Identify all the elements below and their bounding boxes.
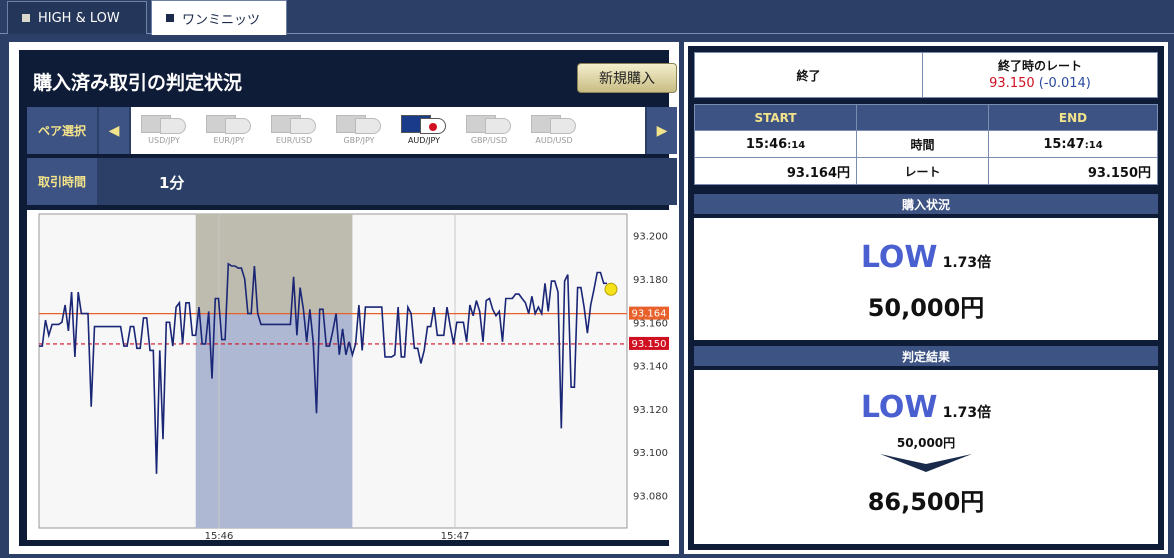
start-header: START bbox=[694, 104, 857, 131]
end-rate-tag-label: 93.150 bbox=[632, 339, 667, 350]
y-tick-label: 93.180 bbox=[633, 275, 668, 286]
rate-row-label: レート bbox=[856, 157, 989, 185]
y-tick-label: 93.080 bbox=[633, 492, 668, 503]
x-tick-label: 15:46 bbox=[205, 531, 234, 540]
square-bullet-icon bbox=[22, 14, 30, 22]
tab-label: ワンミニッツ bbox=[182, 12, 261, 28]
time-row-label: 時間 bbox=[856, 130, 989, 158]
trade-time-value: 1分 bbox=[159, 174, 185, 192]
purchase-status-box: LOW 1.73倍 50,000円 bbox=[694, 218, 1158, 340]
right-panel: 終了 終了時のレート 93.150 (-0.014) START END 15:… bbox=[684, 42, 1168, 554]
result-panel: 終了 終了時のレート 93.150 (-0.014) START END 15:… bbox=[688, 46, 1164, 550]
result-multiplier: 1.73倍 bbox=[942, 405, 992, 421]
tab-label: HIGH & LOW bbox=[38, 10, 120, 26]
purchase-multiplier: 1.73倍 bbox=[942, 255, 992, 271]
trade-time-row: 取引時間 1分 bbox=[27, 158, 677, 205]
down-chevron-icon bbox=[880, 454, 972, 472]
result-header: 判定結果 bbox=[694, 346, 1158, 366]
result-box: LOW 1.73倍 50,000円 86,500円 bbox=[694, 370, 1158, 544]
rate-chart: 93.200 93.180 93.160 93.140 93.120 93.100 93.0… bbox=[27, 210, 677, 542]
y-tick-label: 93.160 bbox=[633, 318, 668, 329]
pair-usd-jpy[interactable]: USD/JPY bbox=[135, 112, 193, 150]
pair-select-row: ペア選択 ◀ USD/JPY EUR/JPY EUR/USD GBP/JPY A… bbox=[27, 107, 677, 154]
y-tick-label: 93.200 bbox=[633, 232, 668, 243]
pair-label: EUR/USD bbox=[275, 136, 313, 145]
pair-eur-jpy[interactable]: EUR/JPY bbox=[200, 112, 258, 150]
page-title: 購入済み取引の判定状況 bbox=[33, 72, 243, 94]
pair-list: USD/JPY EUR/JPY EUR/USD GBP/JPY AUD/JPY bbox=[131, 107, 645, 154]
result-stake: 50,000円 bbox=[896, 436, 956, 450]
purchase-direction: LOW bbox=[860, 240, 938, 275]
rate-chart-svg: 93.200 93.180 93.160 93.140 93.120 93.100 93.0… bbox=[38, 213, 669, 542]
x-tick-label: 15:47 bbox=[441, 531, 470, 540]
entry-rate-tag-label: 93.164 bbox=[632, 309, 667, 320]
status-label: 終了 bbox=[694, 52, 923, 98]
status-table: 終了 終了時のレート 93.150 (-0.014) bbox=[694, 52, 1158, 98]
start-rate: 93.164円 bbox=[694, 157, 857, 185]
result-direction: LOW bbox=[860, 390, 938, 425]
pair-aud-jpy[interactable]: AUD/JPY bbox=[395, 112, 453, 150]
trade-time-label: 取引時間 bbox=[27, 158, 97, 205]
tab-one-minute[interactable]: ワンミニッツ bbox=[151, 0, 287, 35]
start-seconds: :14 bbox=[787, 139, 806, 151]
tab-bar: HIGH & LOW ワンミニッツ bbox=[0, 0, 1174, 35]
pair-aud-usd[interactable]: AUD/USD bbox=[525, 112, 583, 150]
y-tick-label: 93.140 bbox=[633, 362, 668, 373]
pair-label: AUD/USD bbox=[535, 136, 573, 145]
end-header: END bbox=[988, 104, 1158, 131]
square-bullet-icon bbox=[166, 14, 174, 22]
end-rate-label: 終了時のレート bbox=[997, 59, 1082, 73]
rate-diff-value: (-0.014) bbox=[1038, 76, 1091, 91]
pair-label: AUD/JPY bbox=[407, 136, 441, 145]
next-pair-arrow-icon[interactable]: ▶ bbox=[647, 107, 677, 154]
y-tick-label: 93.120 bbox=[633, 405, 668, 416]
current-rate-marker bbox=[604, 282, 618, 296]
prev-pair-arrow-icon[interactable]: ◀ bbox=[99, 107, 129, 154]
pair-select-label: ペア選択 bbox=[27, 107, 97, 154]
payout-amount: 86,500円 bbox=[867, 488, 985, 516]
purchase-status-header: 購入状況 bbox=[694, 194, 1158, 214]
tab-high-low[interactable]: HIGH & LOW bbox=[7, 1, 147, 34]
end-rate: 93.150円 bbox=[988, 157, 1158, 185]
left-panel: 購入済み取引の判定状況 新規購入 ペア選択 ◀ USD/JPY EUR/JPY … bbox=[9, 42, 679, 554]
end-time: 15:47 bbox=[1043, 136, 1085, 152]
pair-label: USD/JPY bbox=[148, 136, 180, 145]
pair-gbp-usd[interactable]: GBP/USD bbox=[460, 112, 518, 150]
pair-label: GBP/JPY bbox=[343, 136, 375, 145]
y-tick-label: 93.100 bbox=[633, 448, 668, 459]
start-time: 15:46 bbox=[745, 136, 788, 152]
end-rate-value: 93.150 bbox=[989, 76, 1035, 91]
trade-status-panel: 購入済み取引の判定状況 新規購入 ペア選択 ◀ USD/JPY EUR/JPY … bbox=[19, 50, 677, 546]
time-rate-table: START END 15:46:14 時間 15:47:14 93.164円 レ… bbox=[694, 104, 1158, 185]
pair-gbp-jpy[interactable]: GBP/JPY bbox=[330, 112, 388, 150]
pair-label: EUR/JPY bbox=[213, 136, 245, 145]
pair-eur-usd[interactable]: EUR/USD bbox=[265, 112, 323, 150]
purchase-amount: 50,000円 bbox=[867, 294, 985, 322]
new-purchase-button[interactable]: 新規購入 bbox=[577, 63, 677, 93]
pair-label: GBP/USD bbox=[470, 136, 508, 145]
end-seconds: :14 bbox=[1084, 139, 1103, 151]
